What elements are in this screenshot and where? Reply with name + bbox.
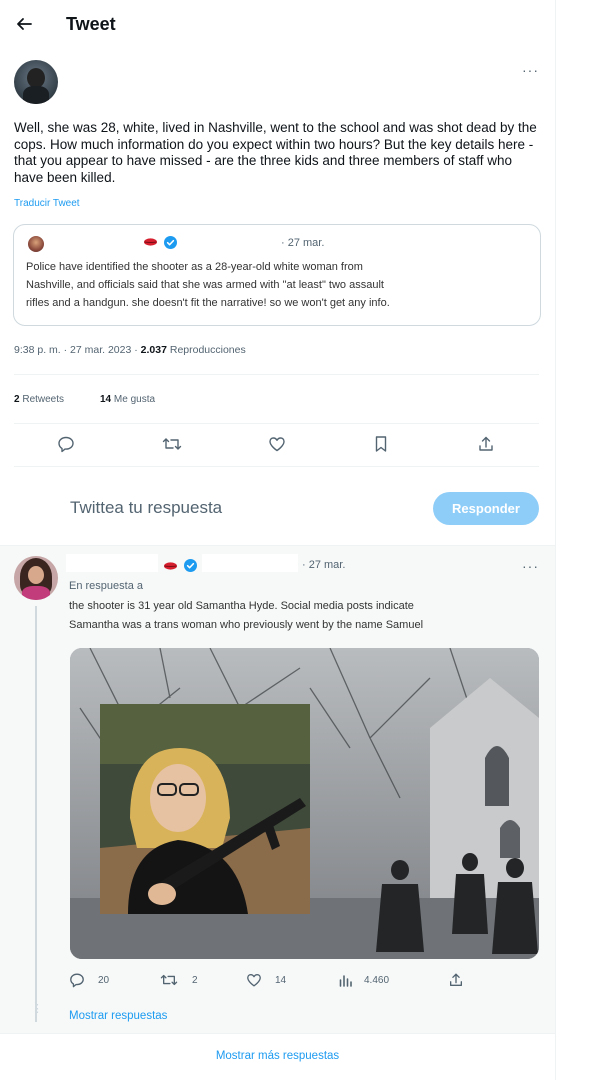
lips-emoji-icon (164, 562, 177, 570)
page-title: Tweet (66, 14, 116, 34)
lips-emoji-icon (144, 238, 157, 246)
divider (14, 374, 539, 375)
tweet-text: Well, she was 28, white, lived in Nashvi… (14, 120, 537, 185)
in-reply-to: En respuesta a (69, 580, 143, 592)
reply-button[interactable]: Responder (433, 492, 539, 525)
more-dots-icon: ⋮ (32, 1003, 43, 1015)
author-avatar[interactable] (14, 60, 58, 104)
divider (14, 466, 539, 467)
tweet-column: Tweet ··· Well, she was 28, white, lived… (0, 0, 556, 1080)
quoted-avatar (28, 236, 44, 252)
like-count: 14 (275, 975, 287, 986)
like-icon (246, 972, 262, 988)
show-more-replies-link[interactable]: Mostrar más respuestas (0, 1050, 555, 1062)
views-count: 2.037 (140, 344, 167, 356)
reply-icon[interactable] (57, 435, 75, 453)
show-replies-link[interactable]: Mostrar respuestas (69, 1010, 167, 1022)
back-arrow-icon[interactable] (14, 14, 34, 34)
tweet-timestamp: 9:38 p. m. · 27 mar. 2023 · 2.037 Reprod… (14, 344, 246, 356)
attached-photo[interactable] (70, 648, 539, 959)
reply-author-avatar[interactable] (14, 556, 58, 600)
like-icon[interactable] (268, 435, 286, 453)
quoted-tweet[interactable]: · 27 mar. Police have identified the sho… (13, 224, 541, 326)
retweets-stat[interactable]: 2 Retweets (14, 394, 64, 405)
reply-text-line-1: the shooter is 31 year old Samantha Hyde… (69, 600, 414, 612)
bookmark-icon[interactable] (373, 435, 389, 453)
reply-count: 20 (98, 975, 110, 986)
quoted-text-line-2: Nashville, and officials said that she w… (26, 279, 384, 291)
reply-icon (69, 972, 85, 988)
divider (14, 423, 539, 424)
view-count: 4.460 (364, 975, 390, 986)
reply-input[interactable]: Twittea tu respuesta (70, 498, 222, 518)
likes-label: Me gusta (111, 394, 156, 405)
share-icon[interactable] (477, 435, 495, 453)
quoted-date: · 27 mar. (281, 237, 325, 249)
likes-count: 14 (100, 394, 112, 405)
verified-badge-icon (184, 559, 197, 572)
retweet-icon (160, 972, 178, 988)
hidden-name (66, 554, 158, 572)
more-options-icon[interactable]: ··· (522, 558, 539, 574)
hidden-handle (202, 554, 298, 572)
verified-badge-icon (164, 236, 177, 249)
views-icon (338, 972, 354, 988)
likes-stat[interactable]: 14 Me gusta (100, 394, 155, 405)
quoted-text-line-3: rifles and a handgun. she doesn't fit th… (26, 297, 390, 309)
retweet-icon[interactable] (162, 435, 182, 453)
translate-link[interactable]: Traducir Tweet (14, 198, 80, 209)
more-options-icon[interactable]: ··· (522, 62, 539, 78)
reply-text-line-2: Samantha was a trans woman who previousl… (69, 619, 424, 631)
views-label: Reproducciones (166, 344, 246, 356)
share-icon[interactable] (448, 972, 464, 988)
quoted-text-line-1: Police have identified the shooter as a … (26, 261, 363, 273)
retweet-count: 2 (192, 975, 198, 986)
retweets-label: Retweets (19, 394, 65, 405)
timestamp-text: 9:38 p. m. · 27 mar. 2023 · (14, 344, 141, 356)
divider (0, 1033, 555, 1034)
reply-tweet[interactable]: · 27 mar. ··· En respuesta a the shooter… (0, 546, 555, 1033)
thread-line (35, 606, 37, 1022)
reply-date: · 27 mar. (302, 559, 346, 571)
